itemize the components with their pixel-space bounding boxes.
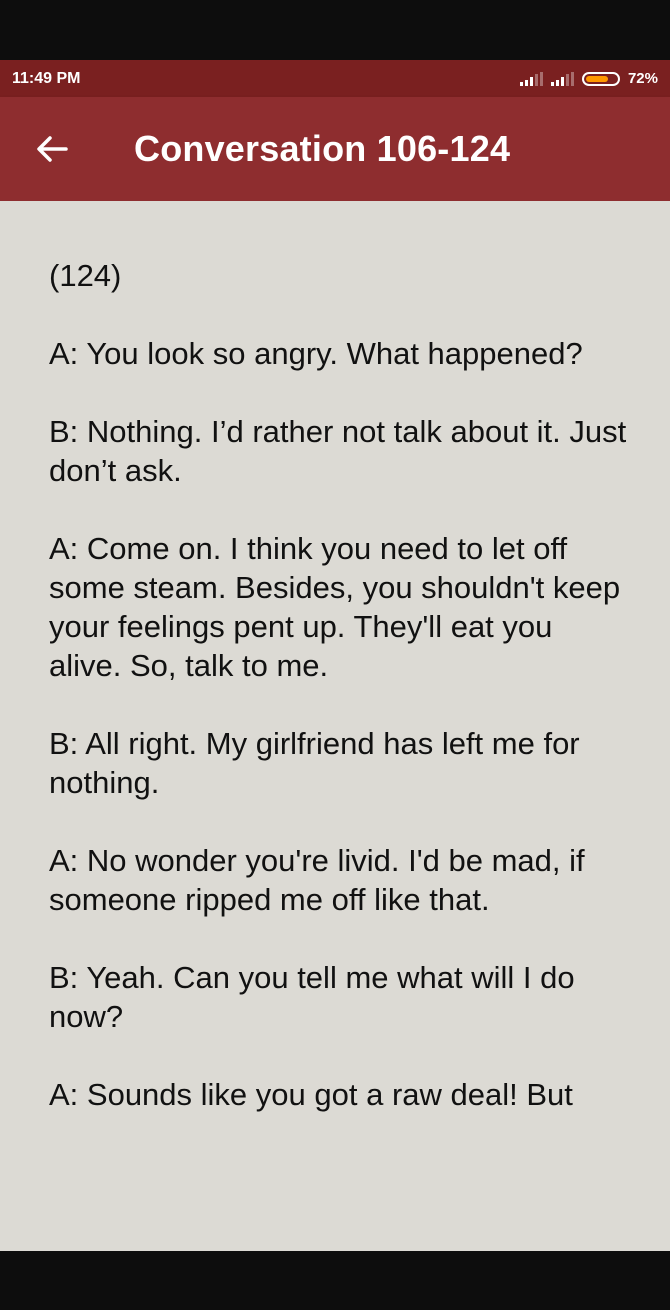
signal-icon <box>519 71 543 86</box>
dialogue-line: B: Nothing. I’d rather not talk about it… <box>49 414 627 488</box>
arrow-left-icon <box>37 136 68 162</box>
status-icons: 72% <box>519 70 658 87</box>
signal-icon <box>550 71 574 86</box>
dialogue-line: A: Come on. I think you need to let off … <box>49 531 621 683</box>
battery-icon <box>581 71 620 86</box>
battery-fill <box>585 75 608 82</box>
status-bar: 11:49 PM 72% <box>0 60 670 97</box>
dialogue-line: B: Yeah. Can you tell me what will I do … <box>49 960 575 1034</box>
status-time: 11:49 PM <box>12 69 81 87</box>
conversation-content[interactable]: (124) A: You look so angry. What happene… <box>0 201 670 1251</box>
bottom-bezel <box>0 1251 670 1310</box>
dialogue-line: A: Sounds like you got a raw deal! But <box>49 1077 573 1112</box>
dialogue-line: B: All right. My girlfriend has left me … <box>49 726 580 800</box>
conversation-number: (124) <box>49 258 122 293</box>
battery-percent: 72% <box>627 70 658 87</box>
conversation-text: (124) A: You look so angry. What happene… <box>49 256 629 1153</box>
dialogue-line: A: No wonder you're livid. I'd be mad, i… <box>49 843 585 917</box>
app-bar: Conversation 106-124 <box>0 97 670 201</box>
page-title: Conversation 106-124 <box>134 128 511 169</box>
top-bezel <box>0 0 670 60</box>
dialogue-line: A: You look so angry. What happened? <box>49 336 583 371</box>
back-button[interactable] <box>0 97 104 201</box>
